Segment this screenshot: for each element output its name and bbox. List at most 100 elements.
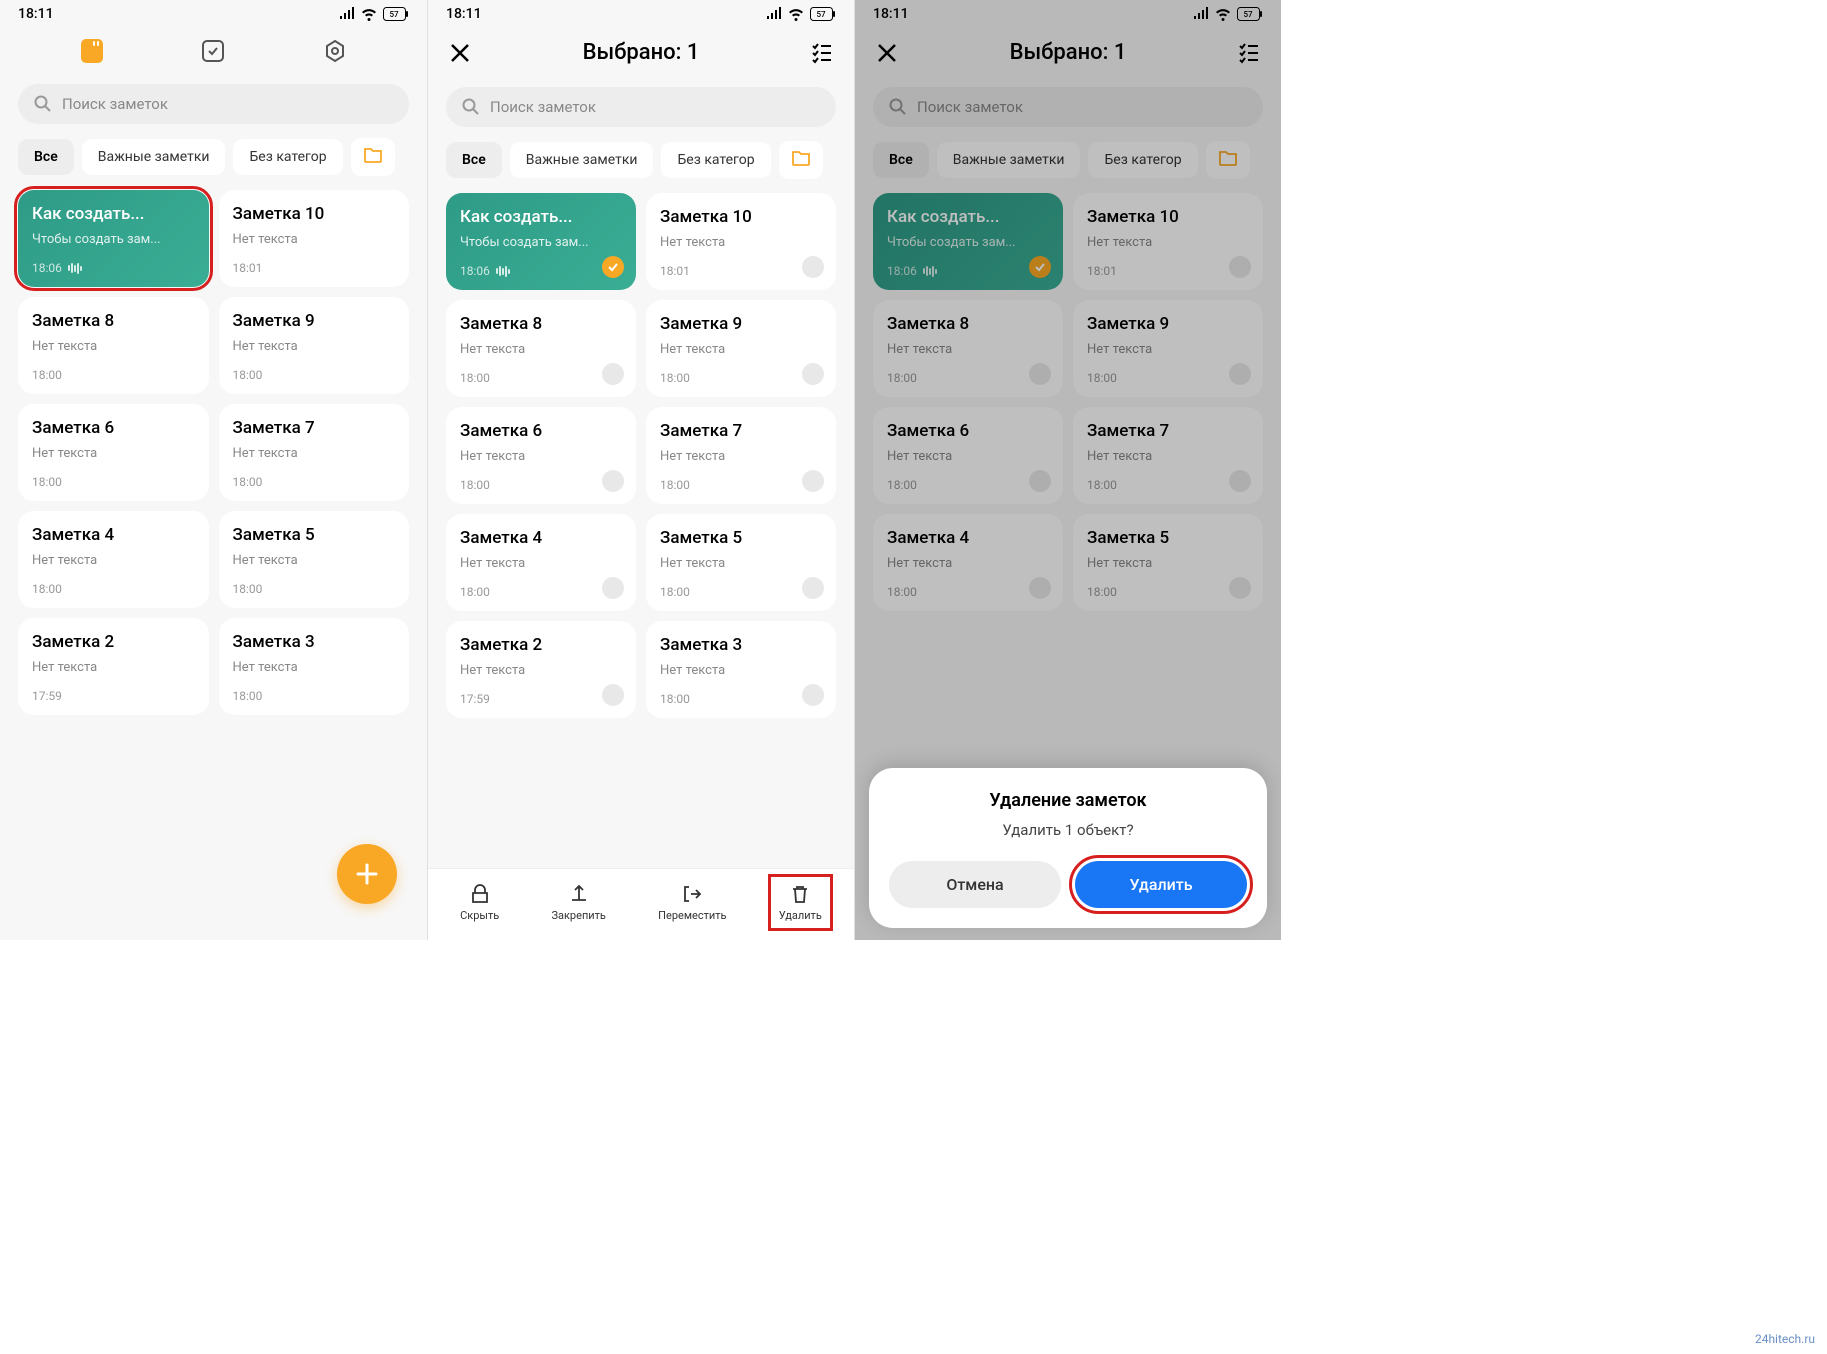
- note-title: Заметка 8: [460, 314, 622, 334]
- filter-folder[interactable]: [1206, 141, 1250, 179]
- note-time: 18:06: [887, 264, 1049, 278]
- note-card[interactable]: Заметка 10 Нет текста 18:01: [219, 190, 410, 287]
- note-card[interactable]: Как создать... Чтобы создать зам... 18:0…: [873, 193, 1063, 290]
- note-title: Заметка 9: [233, 311, 396, 331]
- note-card[interactable]: Заметка 8 Нет текста 18:00: [873, 300, 1063, 397]
- settings-tab-icon[interactable]: [322, 38, 348, 64]
- note-card[interactable]: Заметка 10 Нет текста 18:01: [646, 193, 836, 290]
- dialog-confirm-button[interactable]: Удалить: [1075, 861, 1247, 908]
- status-bar: 18:11 57: [855, 0, 1281, 26]
- note-body: Нет текста: [460, 342, 622, 357]
- action-move[interactable]: Переместить: [652, 879, 732, 926]
- note-card[interactable]: Заметка 5 Нет текста 18:00: [646, 514, 836, 611]
- note-card[interactable]: Заметка 7 Нет текста 18:00: [1073, 407, 1263, 504]
- search-bar[interactable]: Поиск заметок: [446, 87, 836, 127]
- action-hide[interactable]: Скрыть: [454, 879, 505, 926]
- note-card[interactable]: Заметка 2 Нет текста 17:59: [18, 618, 209, 715]
- note-body: Чтобы создать зам...: [32, 232, 195, 247]
- note-body: Нет текста: [660, 663, 822, 678]
- filter-uncategorized[interactable]: Без категор: [1088, 142, 1197, 178]
- note-title: Заметка 4: [460, 528, 622, 548]
- selection-indicator[interactable]: [802, 363, 824, 385]
- filter-important[interactable]: Важные заметки: [82, 139, 226, 175]
- note-card[interactable]: Заметка 9 Нет текста 18:00: [646, 300, 836, 397]
- selection-indicator[interactable]: [1229, 470, 1251, 492]
- selection-indicator[interactable]: [802, 256, 824, 278]
- selection-indicator[interactable]: [1229, 256, 1251, 278]
- note-card[interactable]: Заметка 5 Нет текста 18:00: [219, 511, 410, 608]
- selection-indicator[interactable]: [602, 577, 624, 599]
- dialog-cancel-button[interactable]: Отмена: [889, 861, 1061, 908]
- close-icon[interactable]: [448, 41, 472, 65]
- note-card[interactable]: Заметка 7 Нет текста 18:00: [219, 404, 410, 501]
- notes-tab-icon[interactable]: [79, 38, 105, 64]
- svg-text:57: 57: [1243, 10, 1253, 19]
- selection-indicator-checked[interactable]: [1029, 256, 1051, 278]
- signal-icon: [1193, 6, 1209, 22]
- status-icons: 57: [1193, 6, 1263, 22]
- selection-indicator[interactable]: [1229, 363, 1251, 385]
- tasks-tab-icon[interactable]: [202, 40, 224, 62]
- action-delete[interactable]: Удалить: [773, 879, 828, 926]
- note-card[interactable]: Заметка 6 Нет текста 18:00: [873, 407, 1063, 504]
- note-card[interactable]: Заметка 8 Нет текста 18:00: [18, 297, 209, 394]
- filter-all[interactable]: Все: [18, 139, 74, 175]
- note-card[interactable]: Заметка 6 Нет текста 18:00: [446, 407, 636, 504]
- note-card[interactable]: Заметка 6 Нет текста 18:00: [18, 404, 209, 501]
- note-card[interactable]: Заметка 4 Нет текста 18:00: [446, 514, 636, 611]
- selection-indicator[interactable]: [802, 684, 824, 706]
- action-pin[interactable]: Закрепить: [545, 879, 611, 926]
- filter-important[interactable]: Важные заметки: [937, 142, 1081, 178]
- selection-indicator[interactable]: [602, 363, 624, 385]
- note-card[interactable]: Заметка 9 Нет текста 18:00: [219, 297, 410, 394]
- selection-indicator[interactable]: [1029, 363, 1051, 385]
- selection-indicator-checked[interactable]: [602, 256, 624, 278]
- note-card[interactable]: Заметка 4 Нет текста 18:00: [18, 511, 209, 608]
- search-icon: [34, 95, 52, 113]
- wifi-icon: [361, 6, 377, 22]
- add-note-fab[interactable]: [337, 844, 397, 904]
- bottom-action-bar: Скрыть Закрепить Переместить Удалить: [428, 868, 854, 940]
- note-title: Заметка 3: [233, 632, 396, 652]
- filter-uncategorized[interactable]: Без категор: [233, 139, 342, 175]
- selection-indicator[interactable]: [802, 577, 824, 599]
- note-card[interactable]: Заметка 9 Нет текста 18:00: [1073, 300, 1263, 397]
- note-card[interactable]: Заметка 8 Нет текста 18:00: [446, 300, 636, 397]
- folder-icon: [1218, 149, 1238, 167]
- note-body: Нет текста: [660, 235, 822, 250]
- note-card[interactable]: Заметка 7 Нет текста 18:00: [646, 407, 836, 504]
- selection-indicator[interactable]: [1029, 470, 1051, 492]
- status-time: 18:11: [873, 6, 909, 22]
- note-card[interactable]: Заметка 3 Нет текста 18:00: [646, 621, 836, 718]
- note-title: Заметка 4: [887, 528, 1049, 548]
- filter-important[interactable]: Важные заметки: [510, 142, 654, 178]
- close-icon[interactable]: [875, 41, 899, 65]
- notes-grid[interactable]: Как создать... Чтобы создать зам... 18:0…: [855, 193, 1281, 611]
- note-card[interactable]: Заметка 5 Нет текста 18:00: [1073, 514, 1263, 611]
- selection-header: Выбрано: 1: [855, 26, 1281, 79]
- note-card[interactable]: Как создать... Чтобы создать зам... 18:0…: [446, 193, 636, 290]
- filter-uncategorized[interactable]: Без категор: [661, 142, 770, 178]
- search-bar[interactable]: Поиск заметок: [18, 84, 409, 124]
- notes-grid[interactable]: Как создать... Чтобы создать зам... 18:0…: [0, 190, 427, 715]
- note-card[interactable]: Заметка 3 Нет текста 18:00: [219, 618, 410, 715]
- note-card[interactable]: Заметка 4 Нет текста 18:00: [873, 514, 1063, 611]
- search-bar[interactable]: Поиск заметок: [873, 87, 1263, 127]
- selection-title: Выбрано: 1: [472, 40, 810, 65]
- svg-text:57: 57: [816, 10, 826, 19]
- filter-all[interactable]: Все: [873, 142, 929, 178]
- selection-indicator[interactable]: [602, 684, 624, 706]
- selection-indicator[interactable]: [802, 470, 824, 492]
- selection-indicator[interactable]: [602, 470, 624, 492]
- select-all-icon[interactable]: [810, 41, 834, 65]
- notes-grid[interactable]: Как создать... Чтобы создать зам... 18:0…: [428, 193, 854, 718]
- note-card[interactable]: Заметка 10 Нет текста 18:01: [1073, 193, 1263, 290]
- filter-all[interactable]: Все: [446, 142, 502, 178]
- select-all-icon[interactable]: [1237, 41, 1261, 65]
- filter-folder[interactable]: [779, 141, 823, 179]
- note-card[interactable]: Как создать... Чтобы создать зам... 18:0…: [18, 190, 209, 287]
- note-card[interactable]: Заметка 2 Нет текста 17:59: [446, 621, 636, 718]
- selection-indicator[interactable]: [1229, 577, 1251, 599]
- selection-indicator[interactable]: [1029, 577, 1051, 599]
- filter-folder[interactable]: [351, 138, 395, 176]
